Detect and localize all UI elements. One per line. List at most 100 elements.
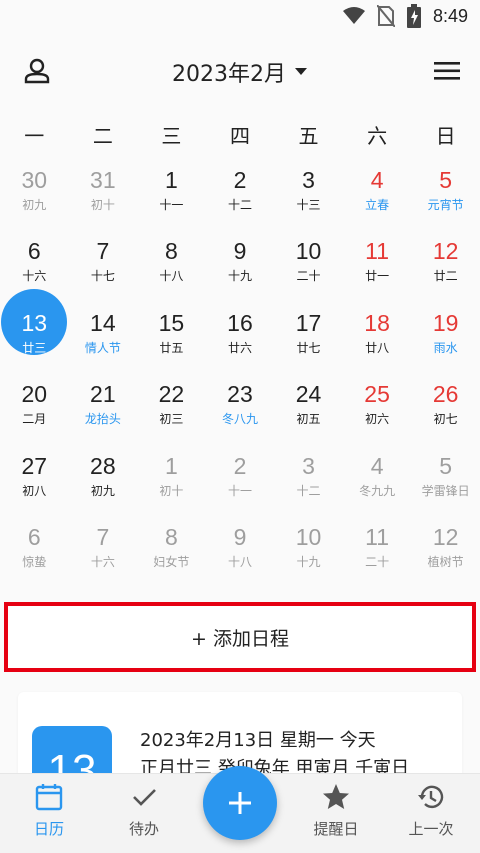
header: 2023年2月 [0,48,480,94]
day-number: 15 [158,309,185,336]
lunar-label: 二十 [365,554,390,569]
calendar-day[interactable]: 4 立春 [343,166,412,237]
month-selector[interactable]: 2023年2月 [0,56,480,88]
weekday-label: 三 [161,124,182,148]
calendar-day[interactable]: 1 初十 [137,452,206,523]
calendar-day[interactable]: 30 初九 [0,166,69,237]
calendar-day-today[interactable]: 13 廿三 [0,288,69,380]
calendar-day[interactable]: 8 十八 [137,237,206,308]
lunar-label: 廿七 [296,340,321,355]
add-fab-button[interactable] [203,766,277,840]
add-schedule-button[interactable]: + 添加日程 [4,602,476,672]
calendar-day[interactable]: 9 十九 [206,237,275,308]
weekday-label: 日 [435,124,456,148]
lunar-label: 二十 [296,269,321,284]
calendar-day[interactable]: 2 十一 [206,452,275,523]
day-number: 10 [295,523,322,550]
month-title: 2023年2月 [172,62,286,87]
calendar-day[interactable]: 2 十二 [206,166,275,237]
weekday-label: 五 [298,124,319,148]
lunar-label: 十一 [159,198,184,212]
menu-button[interactable] [432,56,462,86]
calendar-day[interactable]: 16 廿六 [206,309,275,380]
calendar-day[interactable]: 9 十八 [206,523,275,594]
day-number: 6 [27,238,41,265]
calendar-day[interactable]: 6 惊蛰 [0,523,69,594]
day-number: 19 [432,309,459,336]
calendar-day[interactable]: 7 十七 [69,237,138,308]
lunar-label: 惊蛰 [22,554,47,569]
history-icon [418,785,444,809]
lunar-label: 十八 [227,554,252,569]
calendar-day[interactable]: 7 十六 [69,523,138,594]
lunar-label: 初十 [159,483,184,498]
day-number: 11 [365,523,390,550]
calendar-day[interactable]: 12 廿二 [411,237,480,308]
nav-last-time[interactable]: 上一次 [391,782,471,839]
calendar-icon [35,784,63,811]
nav-label: 待办 [128,820,159,838]
calendar-day[interactable]: 15 廿五 [137,309,206,380]
day-number: 31 [90,167,116,193]
lunar-label: 元宵节 [427,198,464,212]
day-number: 28 [90,452,116,479]
calendar-day[interactable]: 18 廿八 [343,309,412,380]
day-number: 17 [295,309,322,336]
nav-calendar[interactable]: 日历 [9,782,89,839]
lunar-label: 廿八 [365,340,390,355]
lunar-label: 初七 [433,412,458,427]
calendar-day[interactable]: 14 情人节 [69,309,138,380]
day-number: 22 [158,381,185,408]
calendar-day[interactable]: 17 廿七 [274,309,343,380]
calendar-day[interactable]: 4 冬九九 [343,452,412,523]
calendar-day[interactable]: 24 初五 [274,380,343,451]
calendar-day[interactable]: 1 十一 [137,166,206,237]
day-number: 26 [432,381,459,408]
calendar-day[interactable]: 3 十二 [274,452,343,523]
lunar-label: 初九 [90,483,115,498]
lunar-label: 立春 [365,198,390,212]
calendar-day[interactable]: 19 雨水 [411,309,480,380]
calendar-day[interactable]: 12 植树节 [411,523,480,594]
calendar-day[interactable]: 10 十九 [274,523,343,594]
calendar-day[interactable]: 22 初三 [137,380,206,451]
day-number: 9 [233,523,247,550]
day-number: 5 [439,452,453,479]
calendar-day[interactable]: 5 元宵节 [411,166,480,237]
calendar-day[interactable]: 5 学雷锋日 [411,452,480,523]
day-number: 11 [365,238,390,265]
calendar-day[interactable]: 25 初六 [343,380,412,451]
wifi-icon [342,7,365,24]
calendar-day[interactable]: 31 初十 [69,166,138,237]
nav-label: 日历 [33,820,64,838]
add-schedule-label: + 添加日程 [191,627,289,650]
calendar-day[interactable]: 8 妇女节 [137,523,206,594]
nav-reminder[interactable]: 提醒日 [296,782,376,839]
lunar-label: 廿六 [227,340,252,355]
calendar-day[interactable]: 23 冬八九 [206,380,275,451]
calendar-day[interactable]: 27 初八 [0,452,69,523]
nav-label: 上一次 [408,820,454,838]
calendar-grid: 30 初九 31 初十 1 十一 2 十二 3 十三 4 立春 5 元宵节 6 十六 7 十七 8 十八 9 十九 10 二十… [0,166,480,594]
day-number: 27 [21,452,48,479]
lunar-label: 冬九九 [359,483,396,498]
lunar-label: 植树节 [427,554,464,569]
day-number: 2 [233,167,247,193]
calendar-day[interactable]: 20 二月 [0,380,69,451]
lunar-label: 龙抬头 [84,412,121,427]
calendar-week: 13 廿三 14 情人节 15 廿五 16 廿六 17 廿七 18 廿八 19 雨水 [0,288,480,380]
calendar-day[interactable]: 21 龙抬头 [69,380,138,451]
dropdown-arrow-icon [295,68,307,75]
nav-todo[interactable]: 待办 [104,782,184,839]
calendar-day[interactable]: 10 二十 [274,237,343,308]
calendar-day[interactable]: 11 廿一 [343,237,412,308]
day-number: 3 [302,452,315,479]
calendar-day[interactable]: 26 初七 [411,380,480,451]
status-time: 8:49 [432,5,468,26]
check-icon [133,789,156,806]
calendar-day[interactable]: 11 二十 [343,523,412,594]
calendar-day[interactable]: 28 初九 [69,452,138,523]
calendar-day[interactable]: 3 十三 [274,166,343,237]
day-number: 25 [364,381,390,408]
weekday-label: 二 [92,124,113,148]
